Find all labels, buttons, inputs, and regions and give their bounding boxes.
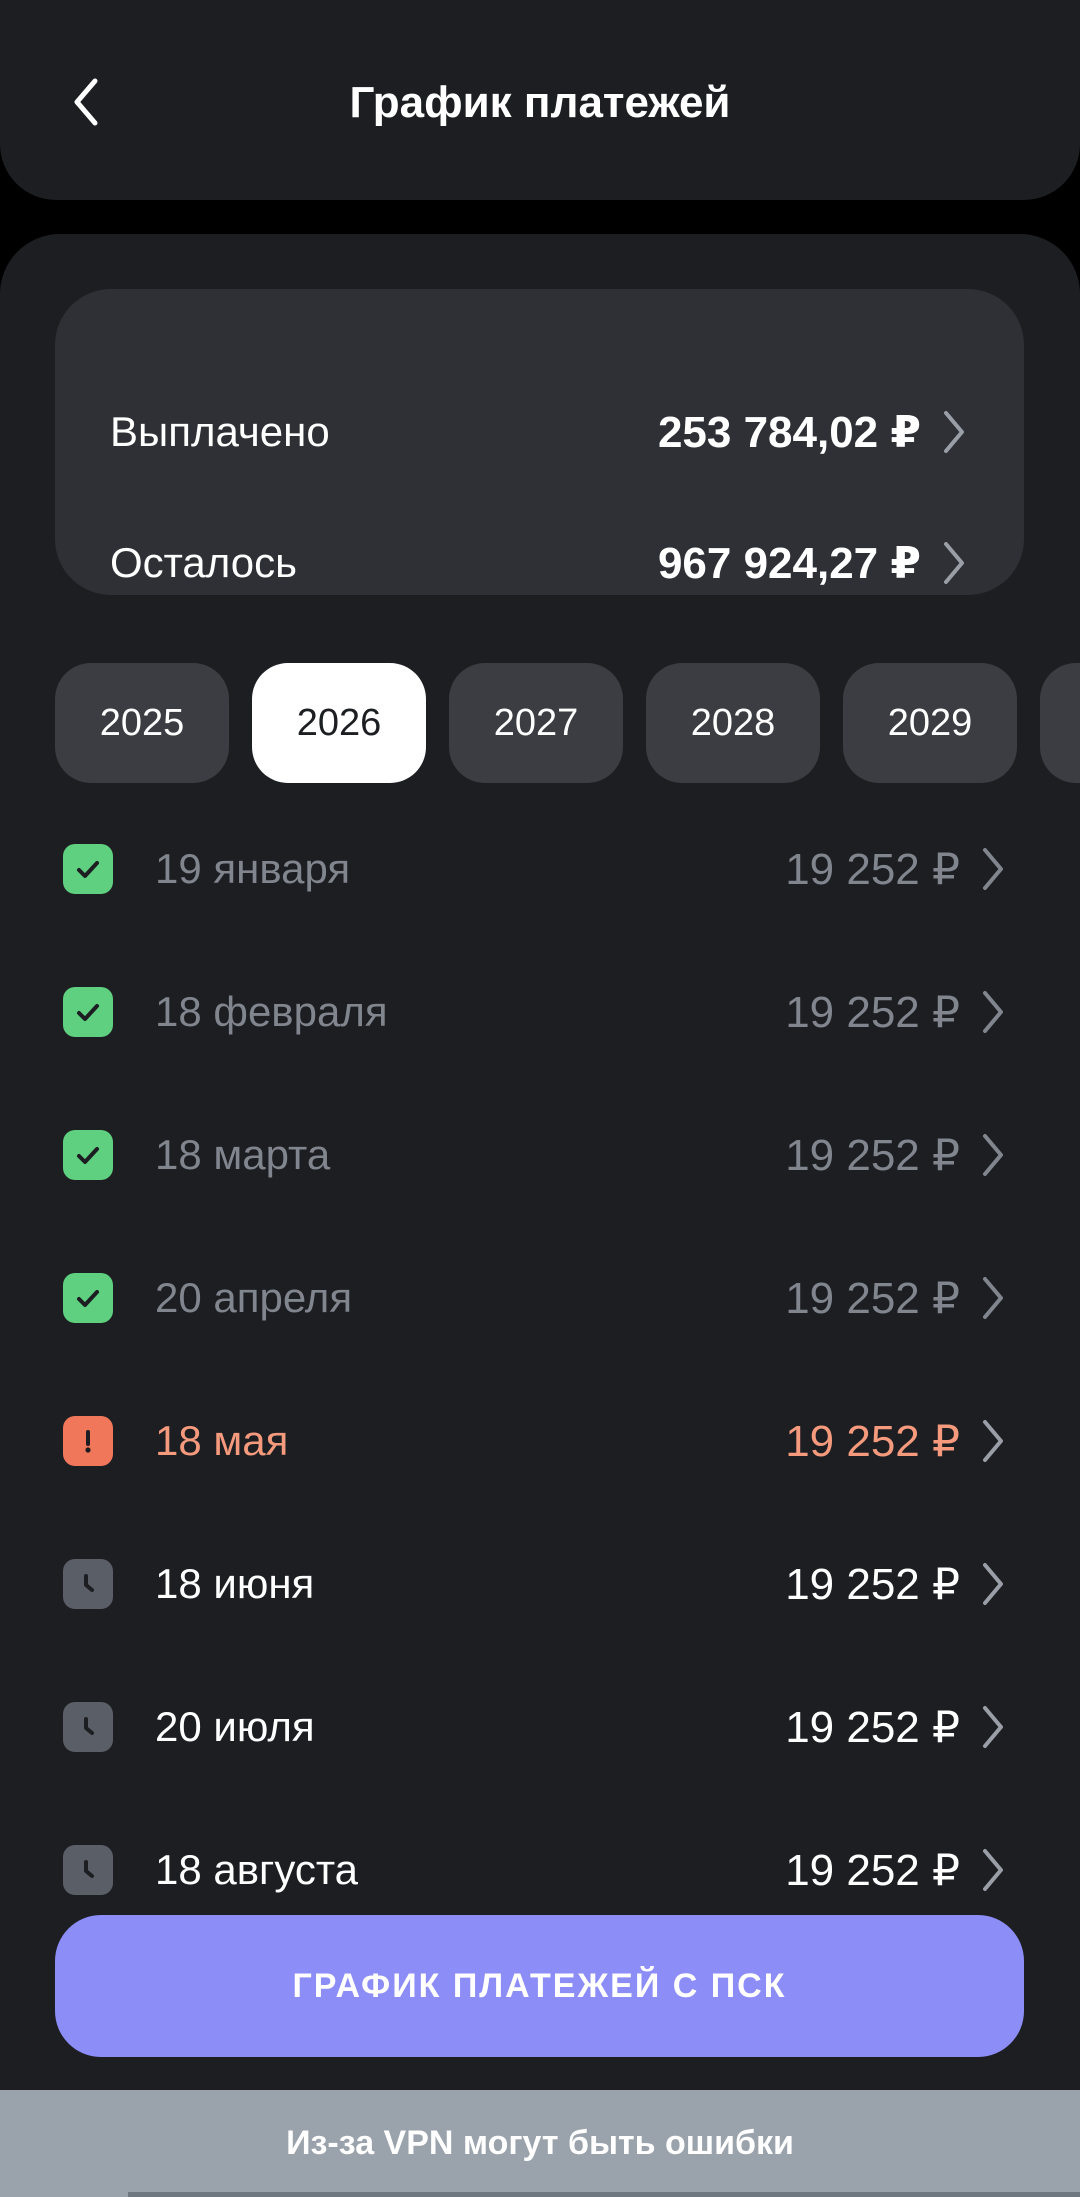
- chevron-right-icon: [978, 989, 1008, 1035]
- payment-row[interactable]: 19 января 19 252 ₽: [0, 824, 1080, 914]
- main-panel: Выплачено 253 784,02 ₽ Осталось 967 924,…: [0, 234, 1080, 2197]
- payment-row[interactable]: 18 июня 19 252 ₽: [0, 1539, 1080, 1629]
- payment-date: 20 апреля: [155, 1274, 353, 1321]
- chevron-right-icon: [978, 1847, 1008, 1893]
- check-icon: [63, 1130, 113, 1180]
- chevron-right-icon: [978, 1418, 1008, 1464]
- check-icon: [63, 1273, 113, 1323]
- check-icon: [63, 987, 113, 1037]
- page-title: График платежей: [349, 78, 731, 127]
- remaining-value: 967 924,27 ₽: [657, 538, 921, 588]
- payment-amount: 19 252 ₽: [785, 1845, 960, 1895]
- payment-date: 18 июня: [155, 1560, 315, 1607]
- payment-amount: 19 252 ₽: [785, 1559, 960, 1609]
- year-tab[interactable]: 2025: [55, 663, 229, 783]
- chevron-right-icon: [978, 1561, 1008, 1607]
- check-icon: [63, 844, 113, 894]
- clock-icon: [63, 1702, 113, 1752]
- payment-amount: 19 252 ₽: [785, 1273, 960, 1323]
- vpn-warning-banner: Из-за VPN могут быть ошибки: [0, 2090, 1080, 2197]
- payment-row[interactable]: 20 апреля 19 252 ₽: [0, 1253, 1080, 1343]
- payment-amount: 19 252 ₽: [785, 1702, 960, 1752]
- paid-summary-row[interactable]: Выплачено 253 784,02 ₽: [110, 397, 969, 467]
- payment-row[interactable]: 18 марта 19 252 ₽: [0, 1110, 1080, 1200]
- clock-icon: [63, 1559, 113, 1609]
- payment-amount: 19 252 ₽: [785, 1416, 960, 1466]
- top-bar: График платежей: [0, 0, 1080, 200]
- chevron-right-icon: [978, 1132, 1008, 1178]
- exclamation-icon: [63, 1416, 113, 1466]
- chevron-right-icon: [978, 1704, 1008, 1750]
- year-tab-selected[interactable]: 2026: [252, 663, 426, 783]
- paid-value: 253 784,02 ₽: [657, 407, 921, 457]
- payment-amount: 19 252 ₽: [785, 844, 960, 894]
- payment-row[interactable]: 18 мая 19 252 ₽: [0, 1396, 1080, 1486]
- chevron-right-icon: [939, 540, 969, 586]
- year-tabs: 2025 2026 2027 2028 2029: [55, 663, 1080, 783]
- payment-schedule-psk-button[interactable]: ГРАФИК ПЛАТЕЖЕЙ С ПСК: [55, 1915, 1024, 2057]
- paid-label: Выплачено: [110, 408, 330, 455]
- payment-row[interactable]: 18 февраля 19 252 ₽: [0, 967, 1080, 1057]
- remaining-summary-row[interactable]: Осталось 967 924,27 ₽: [110, 528, 969, 598]
- payment-date: 19 января: [155, 845, 351, 892]
- chevron-right-icon: [939, 409, 969, 455]
- summary-card: Выплачено 253 784,02 ₽ Осталось 967 924,…: [55, 289, 1024, 595]
- payment-amount: 19 252 ₽: [785, 987, 960, 1037]
- payment-date: 18 февраля: [155, 988, 388, 1035]
- payment-date: 18 августа: [155, 1846, 359, 1893]
- payment-amount: 19 252 ₽: [785, 1130, 960, 1180]
- banner-divider: [128, 2192, 1080, 2197]
- clock-icon: [63, 1845, 113, 1895]
- payment-row[interactable]: 20 июля 19 252 ₽: [0, 1682, 1080, 1772]
- payment-row[interactable]: 18 августа 19 252 ₽: [0, 1825, 1080, 1915]
- year-tab[interactable]: 2028: [646, 663, 820, 783]
- chevron-right-icon: [978, 1275, 1008, 1321]
- payment-date: 18 мая: [155, 1417, 289, 1464]
- remaining-label: Осталось: [110, 539, 298, 586]
- chevron-right-icon: [978, 846, 1008, 892]
- payment-date: 20 июля: [155, 1703, 315, 1750]
- year-tab[interactable]: 2027: [449, 663, 623, 783]
- year-tab-partial[interactable]: [1040, 663, 1080, 783]
- payment-date: 18 марта: [155, 1131, 331, 1178]
- year-tab[interactable]: 2029: [843, 663, 1017, 783]
